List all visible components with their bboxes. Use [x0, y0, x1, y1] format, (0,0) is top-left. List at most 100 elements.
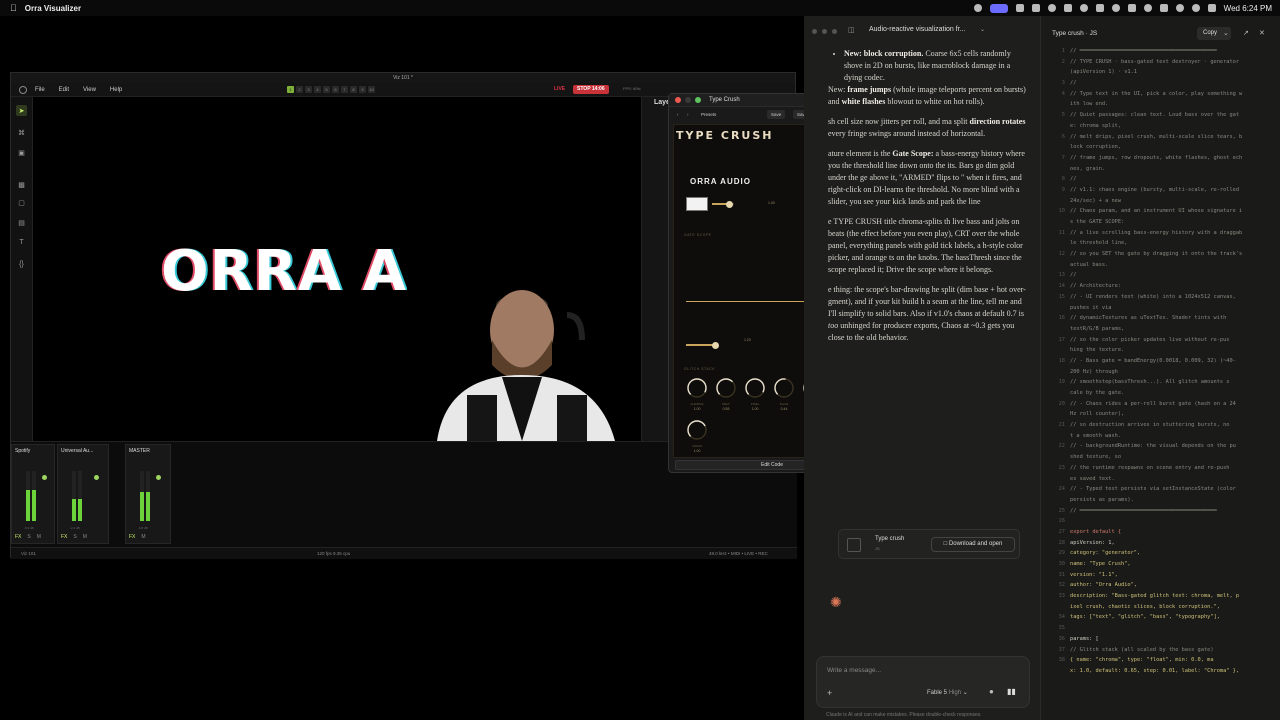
save-button[interactable]: Save [767, 110, 786, 119]
battery-icon[interactable] [1159, 4, 1168, 12]
menu-help[interactable]: Help [110, 87, 122, 93]
model-selector[interactable]: Fable 5 High ⌄ [927, 689, 968, 696]
zoom-window-icon[interactable] [832, 29, 837, 34]
close-window-icon[interactable] [812, 29, 817, 34]
preview-canvas[interactable]: ORRA AUDIO [33, 97, 641, 441]
close-icon[interactable]: ✕ [1259, 29, 1265, 37]
status-icon[interactable] [1127, 4, 1136, 12]
knob-dial[interactable] [744, 377, 766, 399]
solo-button[interactable]: S [27, 534, 30, 540]
voice-mode-icon[interactable]: ▮▮ [1007, 687, 1016, 696]
crop-tool-icon[interactable]: ⌘ [16, 127, 27, 138]
mic-icon[interactable]: ● [989, 687, 994, 696]
search-icon[interactable] [1191, 4, 1200, 12]
volume-fader[interactable] [156, 475, 161, 480]
scene-tab[interactable]: 10 [368, 86, 375, 93]
code-tool-icon[interactable]: {} [16, 259, 27, 270]
minimize-window-icon[interactable] [822, 29, 827, 34]
mute-button[interactable]: M [83, 534, 87, 540]
next-preset-icon[interactable]: › [683, 110, 693, 119]
line-number: 9 [1061, 186, 1065, 193]
text-input[interactable]: ORRA AUDIO [690, 177, 751, 186]
code-view[interactable]: 1 // ════════════════════════════════════… [1041, 46, 1280, 677]
menu-view[interactable]: View [83, 87, 96, 93]
expand-icon[interactable]: ↗ [1243, 29, 1249, 37]
chat-title[interactable]: Audio-reactive visualization fr... [869, 26, 966, 33]
volume-fader[interactable] [94, 475, 99, 480]
scene-tab[interactable]: 4 [314, 86, 321, 93]
mute-button[interactable]: M [141, 534, 145, 540]
scene-tab[interactable]: 1 [287, 86, 294, 93]
knob-value: 1.00 [751, 407, 759, 411]
menu-edit[interactable]: Edit [59, 87, 69, 93]
volume-fader[interactable] [42, 475, 47, 480]
status-audio: 48.0 kHz • MIDI • LIVE • REC [709, 551, 768, 556]
download-open-button[interactable]: □ Download and open [931, 537, 1015, 552]
strip-buttons: FX S M [15, 534, 41, 540]
knob-dial[interactable] [686, 419, 708, 441]
scene-tab[interactable]: 8 [350, 86, 357, 93]
status-icon[interactable] [973, 4, 982, 12]
scene-tab[interactable]: 3 [305, 86, 312, 93]
minimize-window-icon[interactable] [685, 97, 691, 103]
code-line: 8 // [1041, 174, 1280, 185]
prev-preset-icon[interactable]: ‹ [673, 110, 683, 119]
line-number: 28 [1058, 539, 1065, 546]
clock[interactable]: Wed 6:24 PM [1224, 4, 1272, 13]
scene-tab[interactable]: 2 [296, 86, 303, 93]
wifi-icon[interactable] [1175, 4, 1184, 12]
presets-dropdown[interactable]: Presets [697, 110, 757, 119]
scene-tab[interactable]: 9 [359, 86, 366, 93]
chevron-down-icon[interactable]: ⌄ [980, 26, 985, 33]
text-tool-icon[interactable]: T [16, 237, 27, 248]
mixer-strip[interactable]: Universal Au... -2.2 dB FX S M [57, 444, 109, 544]
line-text: params: [ [1070, 635, 1099, 642]
status-icon[interactable] [1031, 4, 1040, 12]
status-icon[interactable] [1047, 4, 1056, 12]
file-tool-icon[interactable]: ▤ [16, 217, 27, 228]
camera-tool-icon[interactable]: ▩ [16, 179, 27, 190]
fx-button[interactable]: FX [129, 534, 135, 540]
color-swatch[interactable] [686, 197, 708, 211]
copy-menu-icon[interactable]: ⌄ [1223, 29, 1229, 37]
mixer-strip-master[interactable]: MASTER -6.8 dB FX M [125, 444, 171, 544]
lock-tool-icon[interactable]: ▣ [16, 147, 27, 158]
message-input[interactable]: Write a message... [827, 667, 881, 674]
apple-icon[interactable]:  [10, 3, 17, 13]
text-size-slider[interactable] [712, 200, 734, 208]
knob-dial[interactable] [715, 377, 737, 399]
meter-fill [72, 498, 76, 521]
menu-file[interactable]: File [35, 87, 45, 93]
scene-tab[interactable]: 5 [323, 86, 330, 93]
drive-slider[interactable] [686, 341, 719, 349]
status-icon[interactable] [1063, 4, 1072, 12]
fx-button[interactable]: FX [15, 534, 21, 540]
status-icon[interactable] [1079, 4, 1088, 12]
type-crush-heading: TYPE CRUSH [676, 129, 774, 142]
sidebar-toggle-icon[interactable]: ◫ [848, 26, 855, 34]
scene-tab[interactable]: 7 [341, 86, 348, 93]
add-attachment-icon[interactable]: + [827, 688, 832, 698]
status-icon[interactable] [1143, 4, 1152, 12]
mute-button[interactable]: M [37, 534, 41, 540]
mixer-strip[interactable]: Spotify -6.9 dB FX S M [11, 444, 55, 544]
control-center-icon[interactable] [1207, 4, 1216, 12]
monitor-tool-icon[interactable]: ▢ [16, 197, 27, 208]
close-window-icon[interactable] [675, 97, 681, 103]
zoom-window-icon[interactable] [695, 97, 701, 103]
app-name-menu[interactable]: Orra Visualizer [25, 4, 81, 13]
stop-button[interactable]: STOP 14:06 [573, 85, 609, 94]
status-icon[interactable] [1111, 4, 1120, 12]
scene-tab[interactable]: 6 [332, 86, 339, 93]
status-icon[interactable] [1015, 4, 1024, 12]
line-number: 36 [1058, 635, 1065, 642]
fx-button[interactable]: FX [61, 534, 67, 540]
status-icon[interactable] [1095, 4, 1104, 12]
solo-button[interactable]: S [73, 534, 76, 540]
artifact-card[interactable]: Type crush JS □ Download and open [838, 529, 1020, 559]
select-tool-icon[interactable]: ➤ [16, 105, 27, 116]
knob-dial[interactable] [686, 377, 708, 399]
screen-record-icon[interactable] [989, 3, 1008, 13]
knob-dial[interactable] [773, 377, 795, 399]
artifact-name: Type crush [875, 536, 905, 542]
